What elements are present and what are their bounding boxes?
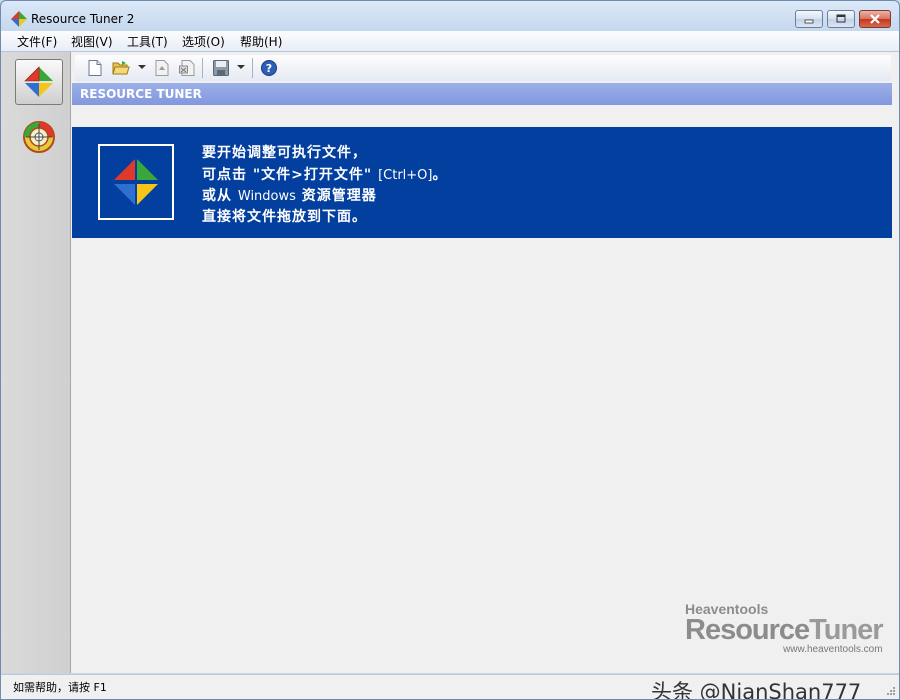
banner-text: 直接将文件拖放到下面。 <box>202 209 367 225</box>
new-button[interactable] <box>85 58 105 78</box>
menu-file[interactable]: 文件(F) <box>17 33 57 50</box>
client-area: ? RESOURCE TUNER 要开始调整可执行文件， 可点击 "文件>打开文… <box>1 52 899 673</box>
product-watermark: Heaventools ResourceTuner www.heaventool… <box>685 601 884 655</box>
save-dropdown[interactable] <box>237 65 245 69</box>
watermark-product-part: Resource <box>685 614 810 646</box>
section-header: RESOURCE TUNER <box>72 83 892 105</box>
dependency-scanner-button[interactable] <box>15 114 63 160</box>
minimize-button[interactable] <box>795 10 823 28</box>
resource-tuner-view-button[interactable] <box>15 59 63 105</box>
banner-text: 。 <box>432 167 448 183</box>
banner-instruction-line: 要开始调整可执行文件， <box>202 142 367 162</box>
status-text: 如需帮助，请按 F1 <box>13 681 107 694</box>
export-button[interactable] <box>152 58 172 78</box>
watermark-product: ResourceTuner <box>685 614 884 646</box>
shortcut-text: [Ctrl+O] <box>378 168 433 183</box>
close-icon <box>870 14 880 24</box>
app-name-text: Windows <box>237 189 296 204</box>
help-button[interactable]: ? <box>259 58 279 78</box>
left-sidebar <box>1 52 71 673</box>
minimize-icon <box>804 19 814 24</box>
menu-tools[interactable]: 工具(T) <box>127 33 168 50</box>
banner-instruction-line: 或从 Windows 资源管理器 <box>202 185 377 205</box>
export-icon <box>155 60 169 76</box>
banner-text: 或从 <box>202 188 238 204</box>
banner-instruction-line: 直接将文件拖放到下面。 <box>202 206 367 226</box>
menu-options[interactable]: 选项(O) <box>182 33 225 50</box>
open-button[interactable] <box>111 58 131 78</box>
import-button[interactable] <box>177 58 197 78</box>
save-disk-icon <box>213 60 229 76</box>
resource-tuner-logo-icon <box>114 159 158 205</box>
banner-text: 资源管理器 <box>295 188 377 204</box>
menu-help[interactable]: 帮助(H) <box>240 33 282 50</box>
status-bar: 如需帮助，请按 F1 头条 @NianShan777 <box>1 674 899 700</box>
window-title: Resource Tuner 2 <box>31 12 135 26</box>
resize-grip-icon[interactable] <box>884 686 896 698</box>
social-watermark: 头条 @NianShan777 <box>651 680 862 700</box>
import-icon <box>179 60 195 76</box>
target-scan-icon <box>23 121 55 153</box>
title-bar[interactable]: Resource Tuner 2 <box>1 1 899 33</box>
watermark-product-part: Tuner <box>809 614 883 646</box>
open-folder-icon <box>112 61 130 75</box>
app-logo-icon <box>11 11 27 27</box>
maximize-button[interactable] <box>827 10 855 28</box>
banner-text: 可点击 "文件>打开文件" <box>202 167 379 183</box>
app-window: Resource Tuner 2 文件(F) 视图(V) 工具(T) 选项(O)… <box>0 0 900 700</box>
toolbar-separator <box>252 58 253 78</box>
save-button[interactable] <box>211 58 231 78</box>
toolbar: ? <box>75 55 891 81</box>
toolbar-separator <box>202 58 203 78</box>
resource-tuner-logo-icon <box>24 66 53 97</box>
help-icon: ? <box>261 60 277 76</box>
menu-bar: 文件(F) 视图(V) 工具(T) 选项(O) 帮助(H) <box>1 31 899 52</box>
maximize-icon <box>836 14 846 23</box>
section-title: RESOURCE TUNER <box>80 87 202 101</box>
menu-view[interactable]: 视图(V) <box>71 33 113 50</box>
open-dropdown[interactable] <box>138 65 146 69</box>
welcome-banner: 要开始调整可执行文件， 可点击 "文件>打开文件" [Ctrl+O]。 或从 W… <box>72 127 892 238</box>
svg-text:?: ? <box>266 62 272 75</box>
banner-logo-frame <box>98 144 174 220</box>
close-button[interactable] <box>859 10 891 28</box>
banner-text: 要开始调整可执行文件， <box>202 145 367 161</box>
new-file-icon <box>88 60 102 76</box>
banner-instruction-line: 可点击 "文件>打开文件" [Ctrl+O]。 <box>202 164 447 184</box>
